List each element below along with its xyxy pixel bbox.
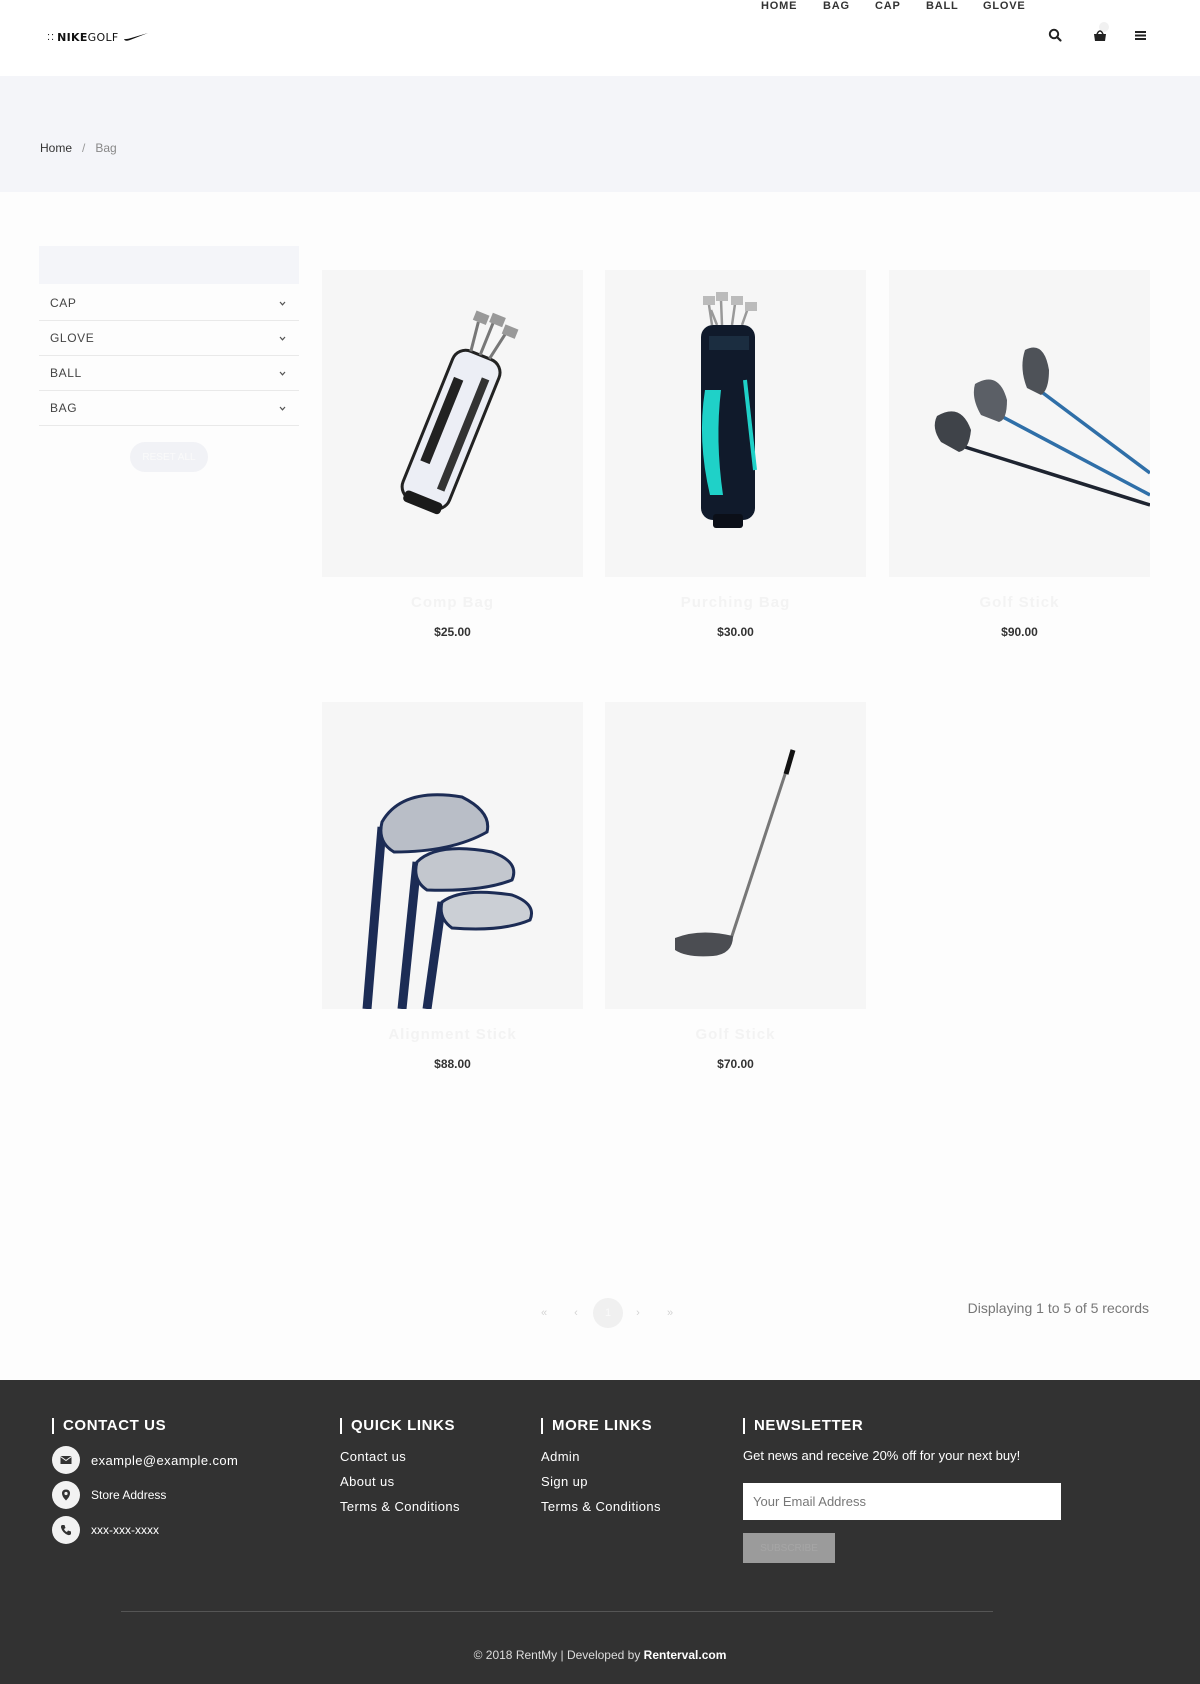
records-count: Displaying 1 to 5 of 5 records (967, 1300, 1149, 1316)
product-name[interactable]: Comp Bag (322, 594, 583, 614)
product-card: Golf Stick $90.00 (889, 270, 1150, 639)
product-price: $70.00 (717, 1057, 754, 1071)
breadcrumb-home[interactable]: Home (40, 141, 72, 155)
breadcrumb: Home / Bag (40, 141, 117, 155)
nav-glove[interactable]: GLOVE (983, 0, 1026, 12)
product-price: $90.00 (1001, 625, 1038, 639)
pagination-first-button[interactable]: « (530, 1298, 558, 1328)
product-name[interactable]: Golf Stick (605, 1026, 866, 1046)
footer-link-admin[interactable]: Admin (541, 1449, 580, 1464)
developer-link[interactable]: Renterval.com (644, 1648, 727, 1662)
product-card: Purching Bag $30.00 (605, 270, 866, 639)
product-card: Comp Bag $25.00 (322, 270, 583, 639)
contact-address-text: Store Address (91, 1488, 167, 1502)
nav-bag[interactable]: BAG (823, 0, 850, 12)
cart-icon[interactable] (1090, 22, 1112, 44)
logo-text: NIKEGOLF (57, 31, 118, 44)
product-card: Alignment Stick $88.00 (322, 702, 583, 1071)
sidebar-item-label: BALL (50, 366, 82, 380)
sidebar-item-cap[interactable]: CAP (39, 286, 299, 321)
map-pin-icon (52, 1481, 80, 1509)
footer-link-about-us[interactable]: About us (340, 1474, 395, 1489)
breadcrumb-separator: / (82, 141, 86, 155)
contact-address: Store Address (52, 1481, 166, 1509)
breadcrumb-band (0, 76, 1200, 192)
contact-phone[interactable]: xxx-xxx-xxxx (52, 1516, 159, 1544)
contact-email[interactable]: example@example.com (52, 1446, 238, 1474)
product-name[interactable]: Alignment Stick (322, 1026, 583, 1046)
product-price: $30.00 (717, 625, 754, 639)
sidebar-item-glove[interactable]: GLOVE (39, 321, 299, 356)
logo-light: GOLF (87, 30, 119, 44)
chevron-down-icon (279, 336, 286, 341)
footer-link-terms-2[interactable]: Terms & Conditions (541, 1499, 661, 1514)
product-name[interactable]: Golf Stick (889, 594, 1150, 614)
quick-links-heading: QUICK LINKS (340, 1418, 455, 1434)
subscribe-button[interactable]: SUBSCRIBE (743, 1533, 835, 1563)
product-name[interactable]: Purching Bag (605, 594, 866, 614)
site-header: :: NIKEGOLF HOME BAG CAP BALL GLOVE (0, 0, 1200, 76)
envelope-icon (52, 1446, 80, 1474)
chevron-down-icon (279, 406, 286, 411)
product-card: Golf Stick $70.00 (605, 702, 866, 1071)
product-price: $88.00 (434, 1057, 471, 1071)
chevron-down-icon (279, 301, 286, 306)
search-icon[interactable] (1047, 27, 1063, 43)
phone-icon (52, 1516, 80, 1544)
footer-link-terms[interactable]: Terms & Conditions (340, 1499, 460, 1514)
pagination-page-current[interactable]: 1 (593, 1298, 623, 1328)
product-image-purching-bag[interactable] (605, 270, 866, 577)
footer-divider (121, 1611, 993, 1612)
menu-icon[interactable] (1133, 27, 1149, 43)
copyright-text: © 2018 RentMy | Developed by (473, 1648, 641, 1662)
footer-link-sign-up[interactable]: Sign up (541, 1474, 588, 1489)
brand-logo[interactable]: :: NIKEGOLF (47, 29, 149, 45)
pagination-prev-button[interactable]: ‹ (562, 1298, 590, 1328)
category-filter-list: CAP GLOVE BALL BAG (39, 286, 299, 426)
product-price: $25.00 (434, 625, 471, 639)
sidebar-item-bag[interactable]: BAG (39, 391, 299, 426)
product-image-comp-bag[interactable] (322, 270, 583, 577)
newsletter-heading: NEWSLETTER (743, 1418, 863, 1434)
copyright: © 2018 RentMy | Developed by Renterval.c… (0, 1648, 1200, 1662)
contact-heading: CONTACT US (52, 1418, 166, 1434)
product-image-golf-stick-driver[interactable] (605, 702, 866, 1009)
footer-link-contact-us[interactable]: Contact us (340, 1449, 406, 1464)
pagination-next-button[interactable]: › (624, 1298, 652, 1328)
sidebar-item-label: GLOVE (50, 331, 95, 345)
contact-email-text: example@example.com (91, 1452, 239, 1468)
contact-phone-text: xxx-xxx-xxxx (91, 1523, 159, 1537)
chevron-down-icon (279, 371, 286, 376)
newsletter-email-input[interactable] (743, 1483, 1061, 1520)
breadcrumb-current: Bag (95, 141, 117, 155)
nav-home[interactable]: HOME (761, 0, 797, 12)
newsletter-text: Get news and receive 20% off for your ne… (743, 1448, 1021, 1463)
sidebar-item-label: BAG (50, 401, 78, 415)
more-links-heading: MORE LINKS (541, 1418, 652, 1434)
nav-ball[interactable]: BALL (926, 0, 959, 12)
reset-all-button[interactable]: RESET ALL (130, 442, 208, 472)
pagination-last-button[interactable]: » (656, 1298, 684, 1328)
logo-dots: :: (47, 31, 56, 43)
logo-bold: NIKE (57, 30, 88, 44)
site-footer: CONTACT US example@example.com Store Add… (0, 1380, 1200, 1684)
swoosh-icon (123, 33, 148, 41)
product-image-golf-stick[interactable] (889, 270, 1150, 577)
sidebar-item-ball[interactable]: BALL (39, 356, 299, 391)
nav-cap[interactable]: CAP (875, 0, 901, 12)
product-image-alignment-stick[interactable] (322, 702, 583, 1009)
sidebar-item-label: CAP (50, 296, 77, 310)
sidebar-header (39, 246, 299, 284)
